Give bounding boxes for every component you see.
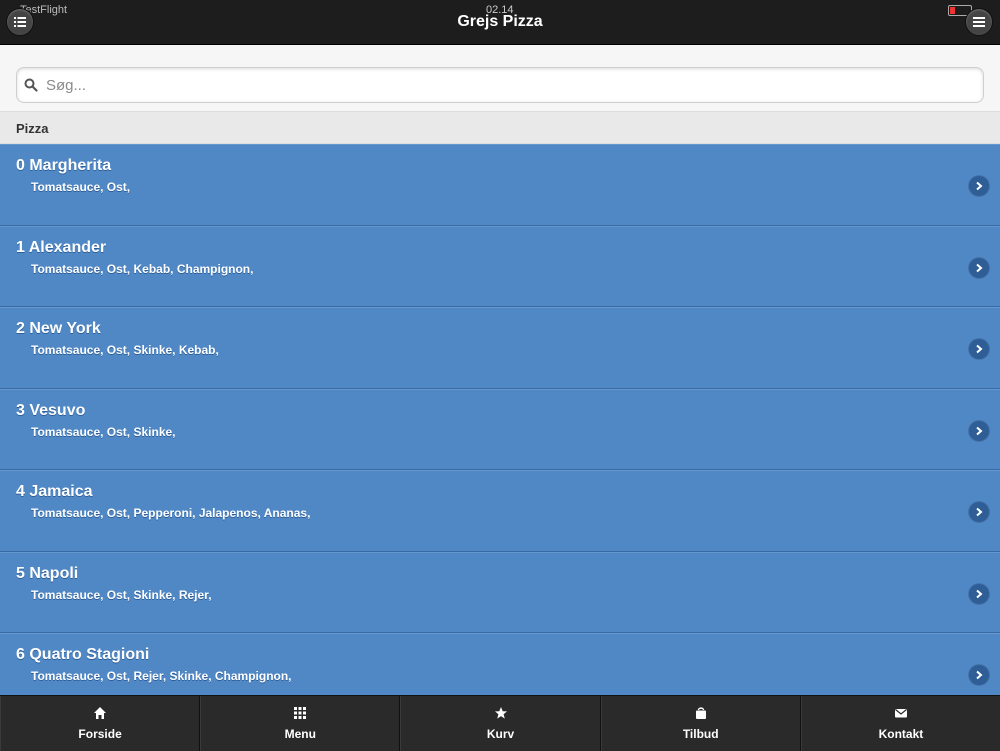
list-item[interactable]: 6 Quatro Stagioni Tomatsauce, Ost, Rejer…	[0, 633, 1000, 695]
list-divider: Pizza	[0, 111, 1000, 144]
list-item[interactable]: 5 Napoli Tomatsauce, Ost, Skinke, Rejer,	[0, 551, 1000, 633]
nav-forside-label: Forside	[78, 727, 122, 741]
pizza-ingredients: Tomatsauce, Ost, Pepperoni, Jalapenos, A…	[31, 506, 311, 520]
chevron-right-icon	[969, 257, 989, 278]
nav-menu[interactable]: Menu	[200, 696, 401, 751]
pizza-ingredients: Tomatsauce, Ost,	[31, 180, 131, 194]
list-item[interactable]: 4 Jamaica Tomatsauce, Ost, Pepperoni, Ja…	[0, 470, 1000, 552]
chevron-right-icon	[969, 339, 989, 359]
header-bar: TestFlight 02.14 Grejs Pizza	[0, 0, 1000, 45]
list-divider-label: Pizza	[16, 121, 49, 136]
chevron-right-icon	[969, 420, 989, 441]
pizza-ingredients: Tomatsauce, Ost, Skinke, Kebab,	[31, 343, 219, 357]
pizza-title: 5 Napoli	[16, 564, 79, 582]
list-item[interactable]: 2 New York Tomatsauce, Ost, Skinke, Keba…	[0, 307, 1000, 389]
nav-kurv[interactable]: Kurv	[400, 696, 601, 751]
pizza-title: 6 Quatro Stagioni	[16, 646, 150, 663]
chevron-right-icon	[969, 665, 989, 685]
chevron-right-icon	[969, 583, 989, 604]
nav-tilbud[interactable]: Tilbud	[600, 696, 801, 751]
nav-kurv-label: Kurv	[486, 727, 515, 741]
list-item[interactable]: 0 Margherita Tomatsauce, Ost,	[0, 144, 1000, 226]
hamburger-icon	[973, 17, 985, 27]
nav-forside[interactable]: Forside	[0, 696, 201, 751]
nav-kontakt-label: Kontakt	[878, 727, 924, 741]
pizza-ingredients: Tomatsauce, Ost, Rejer, Skinke, Champign…	[31, 669, 292, 683]
list-item[interactable]: 3 Vesuvo Tomatsauce, Ost, Skinke,	[0, 388, 1000, 470]
pizza-ingredients: Tomatsauce, Ost, Skinke, Rejer,	[31, 587, 212, 602]
hamburger-menu-button[interactable]	[965, 8, 993, 36]
bottom-navbar: Forside Menu Kurv Tilbud Kontakt	[0, 695, 1000, 751]
pizza-list: 0 Margherita Tomatsauce, Ost, 1 Alexande…	[0, 144, 1000, 695]
pizza-title: 2 New York	[16, 320, 101, 337]
search-box	[16, 67, 984, 103]
search-icon	[24, 78, 38, 92]
pizza-title: 4 Jamaica	[16, 483, 93, 500]
nav-tilbud-label: Tilbud	[682, 727, 719, 741]
chevron-right-icon	[969, 502, 989, 522]
pizza-ingredients: Tomatsauce, Ost, Kebab, Champignon,	[31, 261, 254, 276]
pizza-ingredients: Tomatsauce, Ost, Skinke,	[31, 424, 176, 439]
home-icon	[94, 707, 107, 719]
search-area	[0, 45, 1000, 111]
grid-icon	[294, 707, 307, 719]
bag-icon	[695, 707, 706, 719]
search-input[interactable]	[44, 70, 978, 100]
pizza-title: 0 Margherita	[16, 157, 112, 174]
mail-icon	[894, 709, 907, 718]
nav-menu-label: Menu	[284, 727, 316, 741]
chevron-right-icon	[969, 176, 989, 196]
list-item[interactable]: 1 Alexander Tomatsauce, Ost, Kebab, Cham…	[0, 225, 1000, 307]
star-icon	[494, 707, 507, 719]
page-title: Grejs Pizza	[457, 13, 543, 30]
pizza-title: 3 Vesuvo	[16, 401, 86, 419]
nav-kontakt[interactable]: Kontakt	[800, 696, 1000, 751]
pizza-title: 1 Alexander	[16, 238, 107, 256]
